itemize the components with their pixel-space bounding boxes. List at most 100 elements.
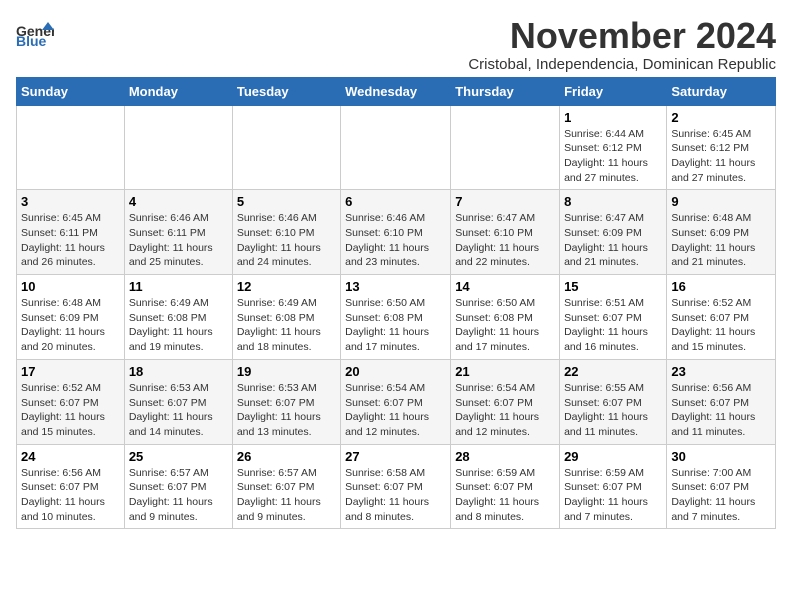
- calendar-table: SundayMondayTuesdayWednesdayThursdayFrid…: [16, 77, 776, 530]
- calendar-cell: 24 Sunrise: 6:56 AMSunset: 6:07 PMDayligh…: [17, 444, 125, 529]
- day-info: Sunrise: 6:53 AMSunset: 6:07 PMDaylight:…: [237, 381, 336, 440]
- calendar-cell: 5 Sunrise: 6:46 AMSunset: 6:10 PMDaylight…: [232, 190, 340, 275]
- calendar-week-row: 3 Sunrise: 6:45 AMSunset: 6:11 PMDaylight…: [17, 190, 776, 275]
- day-number: 15: [564, 279, 662, 294]
- day-info: Sunrise: 6:56 AMSunset: 6:07 PMDaylight:…: [21, 466, 120, 525]
- day-info: Sunrise: 6:52 AMSunset: 6:07 PMDaylight:…: [21, 381, 120, 440]
- weekday-header: Sunday: [17, 77, 125, 105]
- day-info: Sunrise: 6:57 AMSunset: 6:07 PMDaylight:…: [237, 466, 336, 525]
- calendar-cell: [451, 105, 560, 190]
- day-info: Sunrise: 6:52 AMSunset: 6:07 PMDaylight:…: [671, 296, 771, 355]
- calendar-header-row: SundayMondayTuesdayWednesdayThursdayFrid…: [17, 77, 776, 105]
- day-number: 17: [21, 364, 120, 379]
- calendar-week-row: 1Sunrise: 6:44 AMSunset: 6:12 PMDaylight…: [17, 105, 776, 190]
- day-info: Sunrise: 6:59 AMSunset: 6:07 PMDaylight:…: [455, 466, 555, 525]
- calendar-cell: 3 Sunrise: 6:45 AMSunset: 6:11 PMDaylight…: [17, 190, 125, 275]
- calendar-cell: 30Sunrise: 7:00 AMSunset: 6:07 PMDayligh…: [667, 444, 776, 529]
- calendar-cell: [124, 105, 232, 190]
- calendar-cell: 17 Sunrise: 6:52 AMSunset: 6:07 PMDayligh…: [17, 359, 125, 444]
- svg-text:Blue: Blue: [16, 33, 47, 48]
- day-number: 5: [237, 194, 336, 209]
- logo: General Blue: [16, 20, 54, 48]
- calendar-cell: 8 Sunrise: 6:47 AMSunset: 6:09 PMDaylight…: [560, 190, 667, 275]
- day-info: Sunrise: 6:58 AMSunset: 6:07 PMDaylight:…: [345, 466, 446, 525]
- day-number: 3: [21, 194, 120, 209]
- day-number: 12: [237, 279, 336, 294]
- calendar-cell: 18 Sunrise: 6:53 AMSunset: 6:07 PMDayligh…: [124, 359, 232, 444]
- calendar-cell: 19 Sunrise: 6:53 AMSunset: 6:07 PMDayligh…: [232, 359, 340, 444]
- day-info: Sunrise: 6:46 AMSunset: 6:10 PMDaylight:…: [237, 211, 336, 270]
- day-number: 10: [21, 279, 120, 294]
- subtitle: Cristobal, Independencia, Dominican Repu…: [468, 56, 776, 73]
- calendar-cell: 14Sunrise: 6:50 AMSunset: 6:08 PMDayligh…: [451, 275, 560, 360]
- calendar-week-row: 24 Sunrise: 6:56 AMSunset: 6:07 PMDayligh…: [17, 444, 776, 529]
- calendar-body: 1Sunrise: 6:44 AMSunset: 6:12 PMDaylight…: [17, 105, 776, 529]
- calendar-cell: 28 Sunrise: 6:59 AMSunset: 6:07 PMDayligh…: [451, 444, 560, 529]
- day-number: 28: [455, 449, 555, 464]
- day-info: Sunrise: 6:53 AMSunset: 6:07 PMDaylight:…: [129, 381, 228, 440]
- calendar-cell: 1Sunrise: 6:44 AMSunset: 6:12 PMDaylight…: [560, 105, 667, 190]
- calendar-week-row: 17 Sunrise: 6:52 AMSunset: 6:07 PMDayligh…: [17, 359, 776, 444]
- day-number: 27: [345, 449, 446, 464]
- day-info: Sunrise: 6:51 AMSunset: 6:07 PMDaylight:…: [564, 296, 662, 355]
- day-info: Sunrise: 6:47 AMSunset: 6:09 PMDaylight:…: [564, 211, 662, 270]
- day-number: 24: [21, 449, 120, 464]
- day-number: 18: [129, 364, 228, 379]
- day-info: Sunrise: 6:54 AMSunset: 6:07 PMDaylight:…: [345, 381, 446, 440]
- day-number: 14: [455, 279, 555, 294]
- day-number: 7: [455, 194, 555, 209]
- calendar-cell: 13 Sunrise: 6:50 AMSunset: 6:08 PMDayligh…: [341, 275, 451, 360]
- weekday-header: Monday: [124, 77, 232, 105]
- day-number: 25: [129, 449, 228, 464]
- calendar-cell: 7 Sunrise: 6:47 AMSunset: 6:10 PMDaylight…: [451, 190, 560, 275]
- day-info: Sunrise: 6:49 AMSunset: 6:08 PMDaylight:…: [237, 296, 336, 355]
- day-number: 13: [345, 279, 446, 294]
- calendar-cell: 23Sunrise: 6:56 AMSunset: 6:07 PMDayligh…: [667, 359, 776, 444]
- day-number: 30: [671, 449, 771, 464]
- day-number: 11: [129, 279, 228, 294]
- calendar-cell: 11 Sunrise: 6:49 AMSunset: 6:08 PMDayligh…: [124, 275, 232, 360]
- calendar-cell: 12 Sunrise: 6:49 AMSunset: 6:08 PMDayligh…: [232, 275, 340, 360]
- day-number: 16: [671, 279, 771, 294]
- day-info: Sunrise: 6:44 AMSunset: 6:12 PMDaylight:…: [564, 127, 662, 186]
- calendar-cell: 10Sunrise: 6:48 AMSunset: 6:09 PMDayligh…: [17, 275, 125, 360]
- day-info: Sunrise: 6:55 AMSunset: 6:07 PMDaylight:…: [564, 381, 662, 440]
- header: General Blue November 2024 Cristobal, In…: [16, 16, 776, 73]
- calendar-cell: 25Sunrise: 6:57 AMSunset: 6:07 PMDayligh…: [124, 444, 232, 529]
- weekday-header: Friday: [560, 77, 667, 105]
- calendar-cell: 9Sunrise: 6:48 AMSunset: 6:09 PMDaylight…: [667, 190, 776, 275]
- calendar-cell: [341, 105, 451, 190]
- day-info: Sunrise: 6:54 AMSunset: 6:07 PMDaylight:…: [455, 381, 555, 440]
- calendar-cell: 27 Sunrise: 6:58 AMSunset: 6:07 PMDayligh…: [341, 444, 451, 529]
- calendar-cell: 26Sunrise: 6:57 AMSunset: 6:07 PMDayligh…: [232, 444, 340, 529]
- calendar-cell: 22 Sunrise: 6:55 AMSunset: 6:07 PMDayligh…: [560, 359, 667, 444]
- day-info: Sunrise: 6:49 AMSunset: 6:08 PMDaylight:…: [129, 296, 228, 355]
- calendar-cell: 4Sunrise: 6:46 AMSunset: 6:11 PMDaylight…: [124, 190, 232, 275]
- calendar-cell: 16 Sunrise: 6:52 AMSunset: 6:07 PMDayligh…: [667, 275, 776, 360]
- calendar-week-row: 10Sunrise: 6:48 AMSunset: 6:09 PMDayligh…: [17, 275, 776, 360]
- calendar-cell: 6Sunrise: 6:46 AMSunset: 6:10 PMDaylight…: [341, 190, 451, 275]
- calendar-cell: 20 Sunrise: 6:54 AMSunset: 6:07 PMDayligh…: [341, 359, 451, 444]
- day-number: 23: [671, 364, 771, 379]
- weekday-header: Thursday: [451, 77, 560, 105]
- calendar-cell: 2Sunrise: 6:45 AMSunset: 6:12 PMDaylight…: [667, 105, 776, 190]
- day-info: Sunrise: 6:47 AMSunset: 6:10 PMDaylight:…: [455, 211, 555, 270]
- weekday-header: Wednesday: [341, 77, 451, 105]
- calendar-cell: 29Sunrise: 6:59 AMSunset: 6:07 PMDayligh…: [560, 444, 667, 529]
- calendar-cell: 21Sunrise: 6:54 AMSunset: 6:07 PMDayligh…: [451, 359, 560, 444]
- day-info: Sunrise: 6:45 AMSunset: 6:12 PMDaylight:…: [671, 127, 771, 186]
- day-info: Sunrise: 6:48 AMSunset: 6:09 PMDaylight:…: [671, 211, 771, 270]
- weekday-header: Saturday: [667, 77, 776, 105]
- weekday-header: Tuesday: [232, 77, 340, 105]
- day-info: Sunrise: 6:45 AMSunset: 6:11 PMDaylight:…: [21, 211, 120, 270]
- day-number: 19: [237, 364, 336, 379]
- day-number: 29: [564, 449, 662, 464]
- logo-icon: General Blue: [16, 20, 54, 48]
- calendar-cell: 15 Sunrise: 6:51 AMSunset: 6:07 PMDayligh…: [560, 275, 667, 360]
- calendar-cell: [232, 105, 340, 190]
- day-info: Sunrise: 6:50 AMSunset: 6:08 PMDaylight:…: [345, 296, 446, 355]
- day-number: 22: [564, 364, 662, 379]
- day-number: 8: [564, 194, 662, 209]
- day-number: 20: [345, 364, 446, 379]
- month-title: November 2024: [468, 16, 776, 56]
